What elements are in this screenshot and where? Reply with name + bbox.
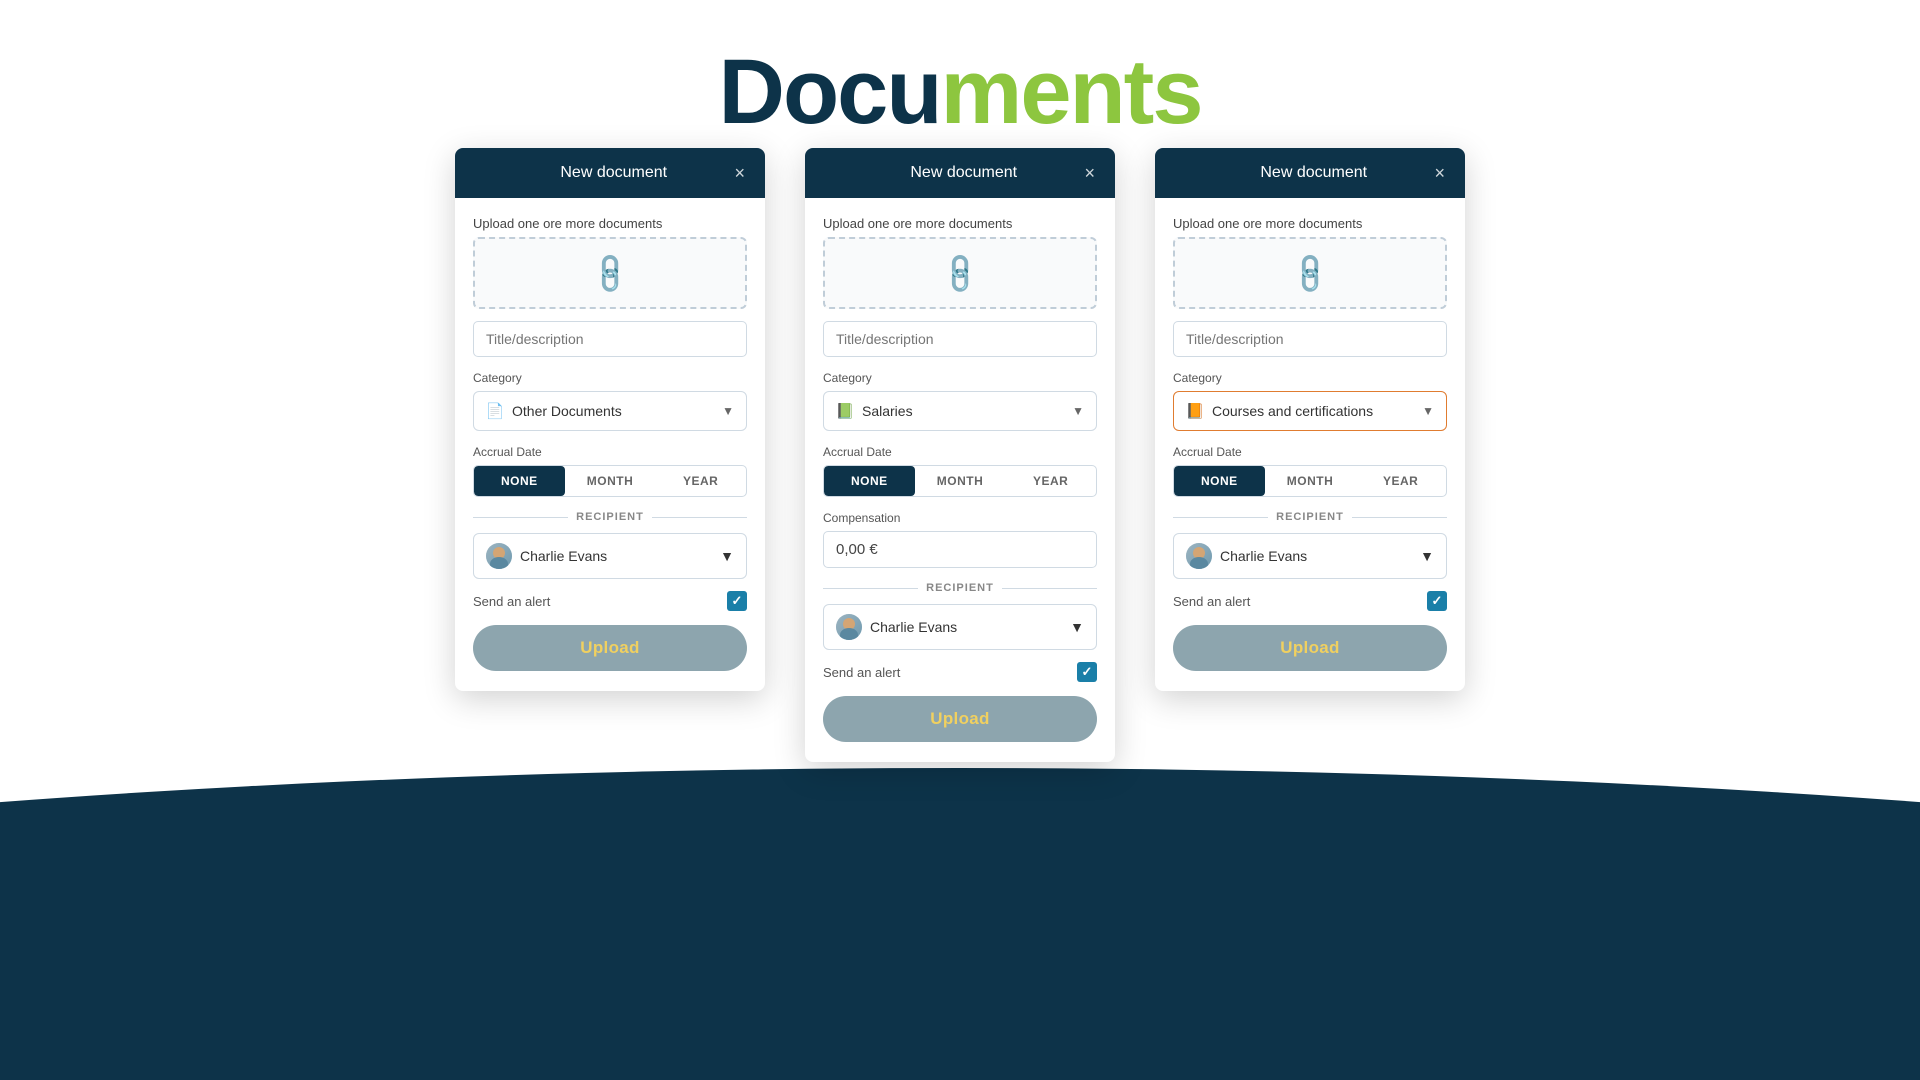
accrual-toggle-2: NONE MONTH YEAR — [823, 465, 1097, 497]
dialog-1-header: New document × — [455, 148, 765, 198]
category-value-1: Other Documents — [512, 403, 622, 419]
title-part1: Docu — [719, 41, 941, 143]
alert-checkbox-1[interactable] — [727, 591, 747, 611]
category-select-3[interactable]: 📙 Courses and certifications ▼ — [1173, 391, 1447, 431]
dialog-1-title: New document — [493, 164, 734, 182]
upload-drop-3[interactable]: 🔗 — [1173, 237, 1447, 309]
upload-drop-2[interactable]: 🔗 — [823, 237, 1097, 309]
alert-label-3: Send an alert — [1173, 594, 1250, 609]
upload-label-1: Upload one ore more documents — [473, 216, 747, 231]
category-label-2: Category — [823, 371, 1097, 385]
recipient-label-2: RECIPIENT — [926, 582, 994, 594]
dialog-1-close[interactable]: × — [734, 164, 745, 182]
accrual-none-2[interactable]: NONE — [824, 466, 915, 496]
dialog-salaries: New document × Upload one ore more docum… — [805, 148, 1115, 762]
title-part2: ments — [941, 41, 1202, 143]
accrual-toggle-1: NONE MONTH YEAR — [473, 465, 747, 497]
dialog-2-close[interactable]: × — [1084, 164, 1095, 182]
alert-row-2: Send an alert — [823, 662, 1097, 682]
accrual-month-3[interactable]: MONTH — [1265, 466, 1356, 496]
upload-button-3[interactable]: Upload — [1173, 625, 1447, 671]
recipient-divider-2: RECIPIENT — [823, 582, 1097, 594]
category-icon-3: 📙 — [1186, 401, 1204, 421]
dialog-3-title: New document — [1193, 164, 1434, 182]
recipient-name-1: Charlie Evans — [520, 548, 607, 564]
category-label-3: Category — [1173, 371, 1447, 385]
recipient-arrow-3: ▼ — [1420, 548, 1434, 564]
upload-button-2[interactable]: Upload — [823, 696, 1097, 742]
alert-row-1: Send an alert — [473, 591, 747, 611]
clip-icon-3: 🔗 — [1286, 249, 1334, 297]
dialog-3-body: Upload one ore more documents 🔗 Category… — [1155, 198, 1465, 691]
dialog-2-body: Upload one ore more documents 🔗 Category… — [805, 198, 1115, 762]
dialog-3-close[interactable]: × — [1434, 164, 1445, 182]
category-arrow-2: ▼ — [1072, 404, 1084, 418]
clip-icon-1: 🔗 — [586, 249, 634, 297]
accrual-label-2: Accrual Date — [823, 445, 1097, 459]
title-input-2[interactable] — [823, 321, 1097, 357]
recipient-label-3: RECIPIENT — [1276, 511, 1344, 523]
alert-row-3: Send an alert — [1173, 591, 1447, 611]
accrual-label-3: Accrual Date — [1173, 445, 1447, 459]
dialog-courses: New document × Upload one ore more docum… — [1155, 148, 1465, 691]
recipient-divider-3: RECIPIENT — [1173, 511, 1447, 523]
accrual-month-1[interactable]: MONTH — [565, 466, 656, 496]
accrual-year-1[interactable]: YEAR — [655, 466, 746, 496]
dialog-other-documents: New document × Upload one ore more docum… — [455, 148, 765, 691]
accrual-month-2[interactable]: MONTH — [915, 466, 1006, 496]
dialog-3-header: New document × — [1155, 148, 1465, 198]
category-value-2: Salaries — [862, 403, 913, 419]
title-input-1[interactable] — [473, 321, 747, 357]
dialog-2-header: New document × — [805, 148, 1115, 198]
category-value-3: Courses and certifications — [1212, 403, 1373, 419]
compensation-label-2: Compensation — [823, 511, 1097, 525]
dialog-2-title: New document — [843, 164, 1084, 182]
dialogs-container: New document × Upload one ore more docum… — [0, 148, 1920, 762]
category-select-2[interactable]: 📗 Salaries ▼ — [823, 391, 1097, 431]
category-select-1[interactable]: 📄 Other Documents ▼ — [473, 391, 747, 431]
category-label-1: Category — [473, 371, 747, 385]
clip-icon-2: 🔗 — [936, 249, 984, 297]
category-arrow-1: ▼ — [722, 404, 734, 418]
avatar-3 — [1186, 543, 1212, 569]
alert-checkbox-2[interactable] — [1077, 662, 1097, 682]
accrual-label-1: Accrual Date — [473, 445, 747, 459]
alert-label-2: Send an alert — [823, 665, 900, 680]
upload-label-3: Upload one ore more documents — [1173, 216, 1447, 231]
category-arrow-3: ▼ — [1422, 404, 1434, 418]
accrual-none-1[interactable]: NONE — [474, 466, 565, 496]
recipient-select-1[interactable]: Charlie Evans ▼ — [473, 533, 747, 579]
upload-drop-1[interactable]: 🔗 — [473, 237, 747, 309]
category-icon-2: 📗 — [836, 401, 854, 421]
category-icon-1: 📄 — [486, 401, 504, 421]
avatar-2 — [836, 614, 862, 640]
title-input-3[interactable] — [1173, 321, 1447, 357]
compensation-input-2[interactable] — [823, 531, 1097, 568]
alert-label-1: Send an alert — [473, 594, 550, 609]
recipient-arrow-2: ▼ — [1070, 619, 1084, 635]
page-title: Documents — [0, 40, 1920, 145]
recipient-divider-1: RECIPIENT — [473, 511, 747, 523]
avatar-1 — [486, 543, 512, 569]
accrual-year-3[interactable]: YEAR — [1355, 466, 1446, 496]
recipient-label-1: RECIPIENT — [576, 511, 644, 523]
accrual-none-3[interactable]: NONE — [1174, 466, 1265, 496]
recipient-name-2: Charlie Evans — [870, 619, 957, 635]
upload-label-2: Upload one ore more documents — [823, 216, 1097, 231]
recipient-select-3[interactable]: Charlie Evans ▼ — [1173, 533, 1447, 579]
recipient-arrow-1: ▼ — [720, 548, 734, 564]
recipient-select-2[interactable]: Charlie Evans ▼ — [823, 604, 1097, 650]
upload-button-1[interactable]: Upload — [473, 625, 747, 671]
dialog-1-body: Upload one ore more documents 🔗 Category… — [455, 198, 765, 691]
alert-checkbox-3[interactable] — [1427, 591, 1447, 611]
accrual-toggle-3: NONE MONTH YEAR — [1173, 465, 1447, 497]
accrual-year-2[interactable]: YEAR — [1005, 466, 1096, 496]
recipient-name-3: Charlie Evans — [1220, 548, 1307, 564]
